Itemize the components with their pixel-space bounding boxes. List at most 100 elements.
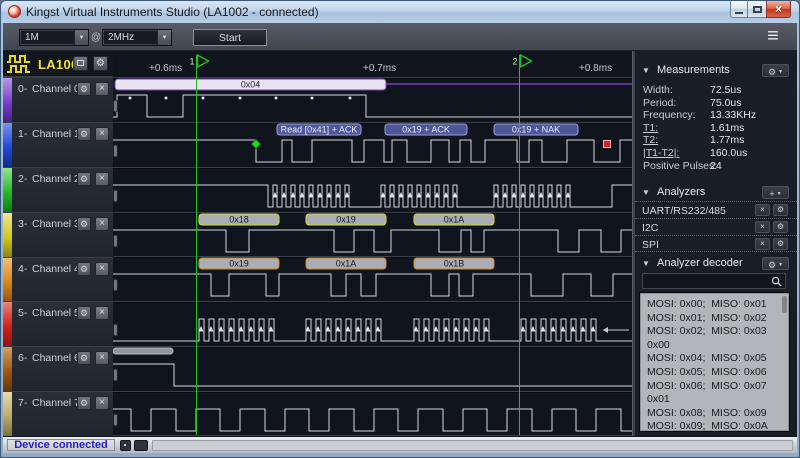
analyzer-remove-button[interactable]: × [755, 221, 770, 233]
channel-close-button[interactable]: × [95, 82, 109, 96]
lane-handle[interactable] [114, 369, 118, 381]
channel-row[interactable]: 4- Channel 4 ⚙ × [3, 257, 113, 302]
lane-handle[interactable] [114, 190, 118, 202]
time-marker-flag[interactable] [198, 55, 209, 67]
annotation-text: Read [0x41] + ACK [281, 125, 358, 135]
analyzer-settings-button[interactable]: ⚙ [773, 221, 788, 233]
measurements-settings-button[interactable]: ⚙▼ [762, 64, 789, 77]
device-settings-button[interactable]: ⚙ [93, 56, 108, 71]
lane-handle[interactable] [114, 279, 118, 291]
channel-settings-button[interactable]: ⚙ [77, 172, 91, 186]
channel-close-button[interactable]: × [95, 351, 109, 365]
decoder-entry[interactable]: 0x01 [647, 393, 789, 407]
lane-handle[interactable] [114, 235, 118, 247]
lane-handle[interactable] [114, 324, 118, 336]
channel-close-button[interactable]: × [95, 306, 109, 320]
scroll-thumb[interactable] [134, 440, 148, 451]
collapse-triangle-icon[interactable]: ▼ [642, 259, 650, 268]
analyzer-name: UART/RS232/485 [642, 205, 726, 217]
analyzer-remove-button[interactable]: × [755, 238, 770, 250]
decoder-entry[interactable]: MOSI: 0x08; MISO: 0x09 [647, 407, 789, 421]
sample-count-dropdown-button[interactable]: ▼ [74, 30, 88, 45]
display-icon [77, 60, 84, 66]
channel-close-button[interactable]: × [95, 262, 109, 276]
decoder-scrollbar[interactable] [782, 296, 787, 313]
cursor-square-marker[interactable] [604, 141, 611, 148]
decoder-search-input[interactable] [645, 275, 767, 287]
channel-settings-button[interactable]: ⚙ [77, 127, 91, 141]
channel-row[interactable]: 0- Channel 0 ⚙ × [3, 77, 113, 122]
decoder-settings-button[interactable]: ⚙▼ [762, 257, 789, 270]
channel-settings-button[interactable]: ⚙ [77, 82, 91, 96]
channel-row[interactable]: 2- Channel 2 ⚙ × [3, 167, 113, 212]
channel-row[interactable]: 6- Channel 6 ⚙ × [3, 346, 113, 391]
decoder-entry[interactable]: MOSI: 0x06; MISO: 0x07 [647, 380, 789, 394]
decoder-entry[interactable]: MOSI: 0x00; MISO: 0x01 [647, 298, 789, 312]
analyzer-remove-button[interactable]: × [755, 204, 770, 216]
decoder-entry[interactable]: 0x00 [647, 339, 789, 353]
add-analyzer-button[interactable]: +▼ [762, 186, 789, 199]
sample-count-select[interactable]: 1M ▼ [19, 29, 89, 46]
annotation-text: 0x1A [336, 259, 357, 269]
channel-close-button[interactable]: × [95, 396, 109, 410]
waveform-canvas[interactable]: +0.6ms+0.7ms+0.8ms0x04Read [0x41] + ACK0… [113, 51, 632, 438]
decoder-header[interactable]: ▼ Analyzer decoder ⚙▼ [635, 256, 797, 272]
horizontal-scrollbar[interactable] [152, 440, 793, 451]
channel-label: Channel 0 [32, 83, 80, 95]
channel-settings-button[interactable]: ⚙ [77, 396, 91, 410]
sample-dot [349, 97, 352, 100]
analyzer-name: SPI [642, 239, 659, 251]
annotation-text: 0x19 + ACK [402, 125, 450, 135]
measurement-label[interactable]: T1: [643, 122, 658, 134]
channel-settings-button[interactable]: ⚙ [77, 306, 91, 320]
close-icon: × [99, 263, 105, 274]
analyzer-row[interactable]: SPI × ⚙ [635, 235, 797, 252]
sample-rate-select[interactable]: 2MHz ▼ [102, 29, 172, 46]
channel-settings-button[interactable]: ⚙ [77, 217, 91, 231]
menu-button[interactable]: ≡ [761, 24, 785, 48]
gear-icon: ⚙ [80, 84, 88, 94]
measurement-label[interactable]: |T1-T2|: [643, 147, 679, 159]
measurement-value: 75.0us [710, 97, 742, 109]
wave-ch2 [113, 185, 632, 207]
channel-row[interactable]: 7- Channel 7 ⚙ × [3, 391, 113, 436]
scroll-left-button[interactable] [120, 440, 131, 451]
titlebar[interactable]: Kingst Virtual Instruments Studio (LA100… [1, 1, 799, 23]
close-button[interactable]: × [766, 1, 791, 18]
decoder-entry[interactable]: MOSI: 0x04; MISO: 0x05 [647, 352, 789, 366]
time-marker-flag[interactable] [521, 55, 532, 67]
decoder-entry[interactable]: MOSI: 0x01; MISO: 0x02 [647, 312, 789, 326]
decoder-list[interactable]: MOSI: 0x00; MISO: 0x01MOSI: 0x01; MISO: … [639, 292, 790, 432]
analyzer-settings-button[interactable]: ⚙ [773, 204, 788, 216]
analyzer-row[interactable]: UART/RS232/485 × ⚙ [635, 201, 797, 218]
minimize-button[interactable] [730, 1, 748, 18]
collapse-triangle-icon[interactable]: ▼ [642, 188, 650, 197]
lane-handle[interactable] [114, 100, 118, 112]
analyzer-row[interactable]: I2C × ⚙ [635, 218, 797, 235]
channel-row[interactable]: 5- Channel 5 ⚙ × [3, 301, 113, 346]
start-button[interactable]: Start [193, 29, 267, 46]
channel-row[interactable]: 3- Channel 3 ⚙ × [3, 212, 113, 257]
annotation-bar[interactable] [113, 348, 173, 354]
channel-close-button[interactable]: × [95, 172, 109, 186]
display-options-button[interactable] [73, 56, 88, 71]
channel-row[interactable]: 1- Channel 1 ⚙ × [3, 122, 113, 167]
decoder-entry[interactable]: MOSI: 0x09; MISO: 0x0A [647, 420, 789, 432]
channel-close-button[interactable]: × [95, 217, 109, 231]
channel-close-button[interactable]: × [95, 127, 109, 141]
decoder-entry[interactable]: MOSI: 0x02; MISO: 0x03 [647, 325, 789, 339]
channel-settings-button[interactable]: ⚙ [77, 351, 91, 365]
analyzer-settings-button[interactable]: ⚙ [773, 238, 788, 250]
lane-handle[interactable] [114, 145, 118, 157]
analyzers-header[interactable]: ▼ Analyzers +▼ [635, 185, 797, 201]
cursor-diamond-marker[interactable] [252, 140, 261, 149]
channel-settings-button[interactable]: ⚙ [77, 262, 91, 276]
lane-handle[interactable] [114, 414, 118, 426]
collapse-triangle-icon[interactable]: ▼ [642, 66, 650, 75]
measurements-header[interactable]: ▼ Measurements ⚙▼ [635, 63, 797, 79]
maximize-button[interactable] [748, 1, 766, 18]
decoder-entry[interactable]: MOSI: 0x05; MISO: 0x06 [647, 366, 789, 380]
sample-rate-dropdown-button[interactable]: ▼ [157, 30, 171, 45]
main-area: LA1002 ⚙ 0- Channel 0 ⚙ × 1- Channel 1 ⚙… [3, 51, 797, 436]
measurement-label[interactable]: T2: [643, 134, 658, 146]
